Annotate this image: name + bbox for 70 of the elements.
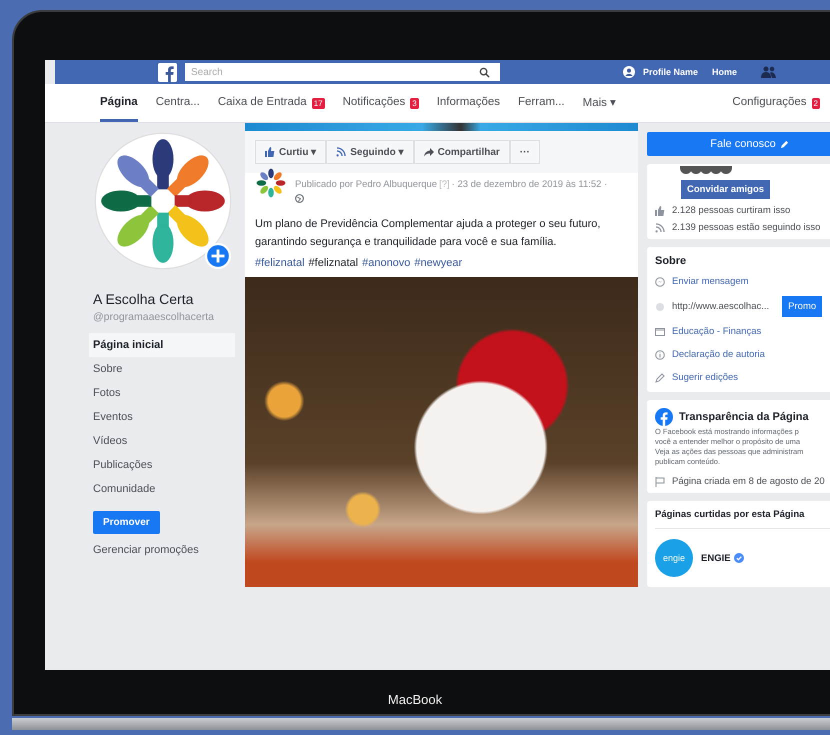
sidebar-item[interactable]: Página inicial [89, 333, 235, 357]
hashtag-link[interactable]: #newyear [414, 257, 462, 270]
contact-button[interactable]: Fale conosco [647, 132, 830, 156]
invite-friends-button[interactable]: Convidar amigos [681, 180, 770, 199]
page-handle: @programaaescolhacerta [93, 311, 215, 323]
hashtag: #feliznatal [308, 257, 358, 270]
action-button[interactable]: ··· [510, 140, 540, 164]
count-badge: 3 [410, 98, 419, 108]
action-button[interactable]: Curtiu ▾ [255, 140, 326, 164]
manage-promotions-link[interactable]: Gerenciar promoções [93, 544, 235, 556]
friend-avatars-drawing [680, 166, 730, 174]
about-link[interactable]: Sugerir edições [672, 372, 738, 383]
promote-button[interactable]: Promover [93, 511, 160, 534]
profile-link[interactable]: Profile Name [643, 67, 698, 77]
add-icon[interactable] [205, 243, 231, 269]
info-icon [655, 350, 665, 360]
profile-icon [623, 66, 635, 78]
folder-icon [655, 326, 665, 336]
count-badge: 2 [812, 98, 820, 108]
page-name: A Escolha Certa [93, 291, 194, 307]
about-link[interactable]: Educação - Finanças [672, 326, 762, 337]
page-tab[interactable]: Página [100, 84, 138, 122]
section-title: Sobre [655, 255, 688, 267]
help-marker: [?] [439, 179, 450, 190]
sidebar-item[interactable]: Vídeos [89, 429, 235, 453]
stat-text: 2.139 pessoas estão seguindo isso [672, 222, 820, 233]
thumbs-up-icon [265, 147, 275, 157]
hashtag-link[interactable]: #feliznatal [255, 257, 305, 270]
search-icon[interactable] [479, 67, 490, 78]
promote-button[interactable]: Promo [782, 296, 822, 317]
page-tab[interactable]: Centra... [156, 84, 200, 122]
sidebar-item[interactable]: Fotos [89, 381, 235, 405]
pencil-icon [655, 372, 665, 382]
sidebar-item[interactable]: Comunidade [89, 477, 235, 501]
hashtag-link[interactable]: #anonovo [362, 257, 410, 270]
stat-text: 2.128 pessoas curtiram isso [672, 205, 790, 216]
laptop-label: MacBook [386, 692, 444, 707]
home-link[interactable]: Home [712, 67, 738, 77]
page-logo-icon [255, 167, 287, 199]
action-button[interactable]: Compartilhar [414, 140, 510, 164]
pencil-icon [780, 140, 789, 148]
page-tab[interactable]: Caixa de Entrada [218, 84, 307, 122]
page-tab[interactable]: Informações [436, 84, 500, 122]
section-title: Páginas curtidas por esta Página [655, 509, 830, 529]
messenger-icon [655, 276, 665, 286]
share-arrow-icon [424, 147, 434, 157]
count-badge: 17 [312, 98, 325, 108]
liked-page-link[interactable]: ENGIE [701, 552, 731, 564]
about-link[interactable]: Enviar mensagem [672, 276, 749, 287]
friends-icon[interactable] [761, 66, 778, 78]
facebook-logo-icon [655, 408, 673, 426]
post-text: Um plano de Previdência Complementar ajuda a proteger o seu futuro, garantindo segurança e tranquilidade para você e sua família. [255, 217, 602, 250]
rss-icon [655, 222, 665, 232]
page-tab[interactable]: Ferram... [518, 84, 565, 122]
page-tab[interactable]: Notificações [342, 84, 406, 122]
section-title: Transparência da Página [679, 411, 809, 423]
sidebar-item[interactable]: Eventos [89, 405, 235, 429]
flag-icon [655, 476, 665, 486]
page-created-text: Página criada em 8 de agosto de 20 [672, 476, 825, 487]
about-link[interactable]: Declaração de autoria [672, 349, 765, 360]
thumbs-up-icon [655, 206, 665, 216]
about-link[interactable]: http://www.aescolhac... [672, 301, 770, 312]
action-button[interactable]: Seguindo ▾ [326, 140, 414, 164]
facebook-logo-icon[interactable] [158, 62, 177, 82]
sidebar-item[interactable]: Publicações [89, 453, 235, 477]
rss-icon [336, 147, 346, 157]
search-field[interactable]: Search [185, 63, 500, 81]
sidebar-item[interactable]: Sobre [89, 357, 235, 381]
settings-tab[interactable]: Configurações [732, 84, 807, 122]
page-tab[interactable]: Mais ▾ [582, 84, 616, 122]
